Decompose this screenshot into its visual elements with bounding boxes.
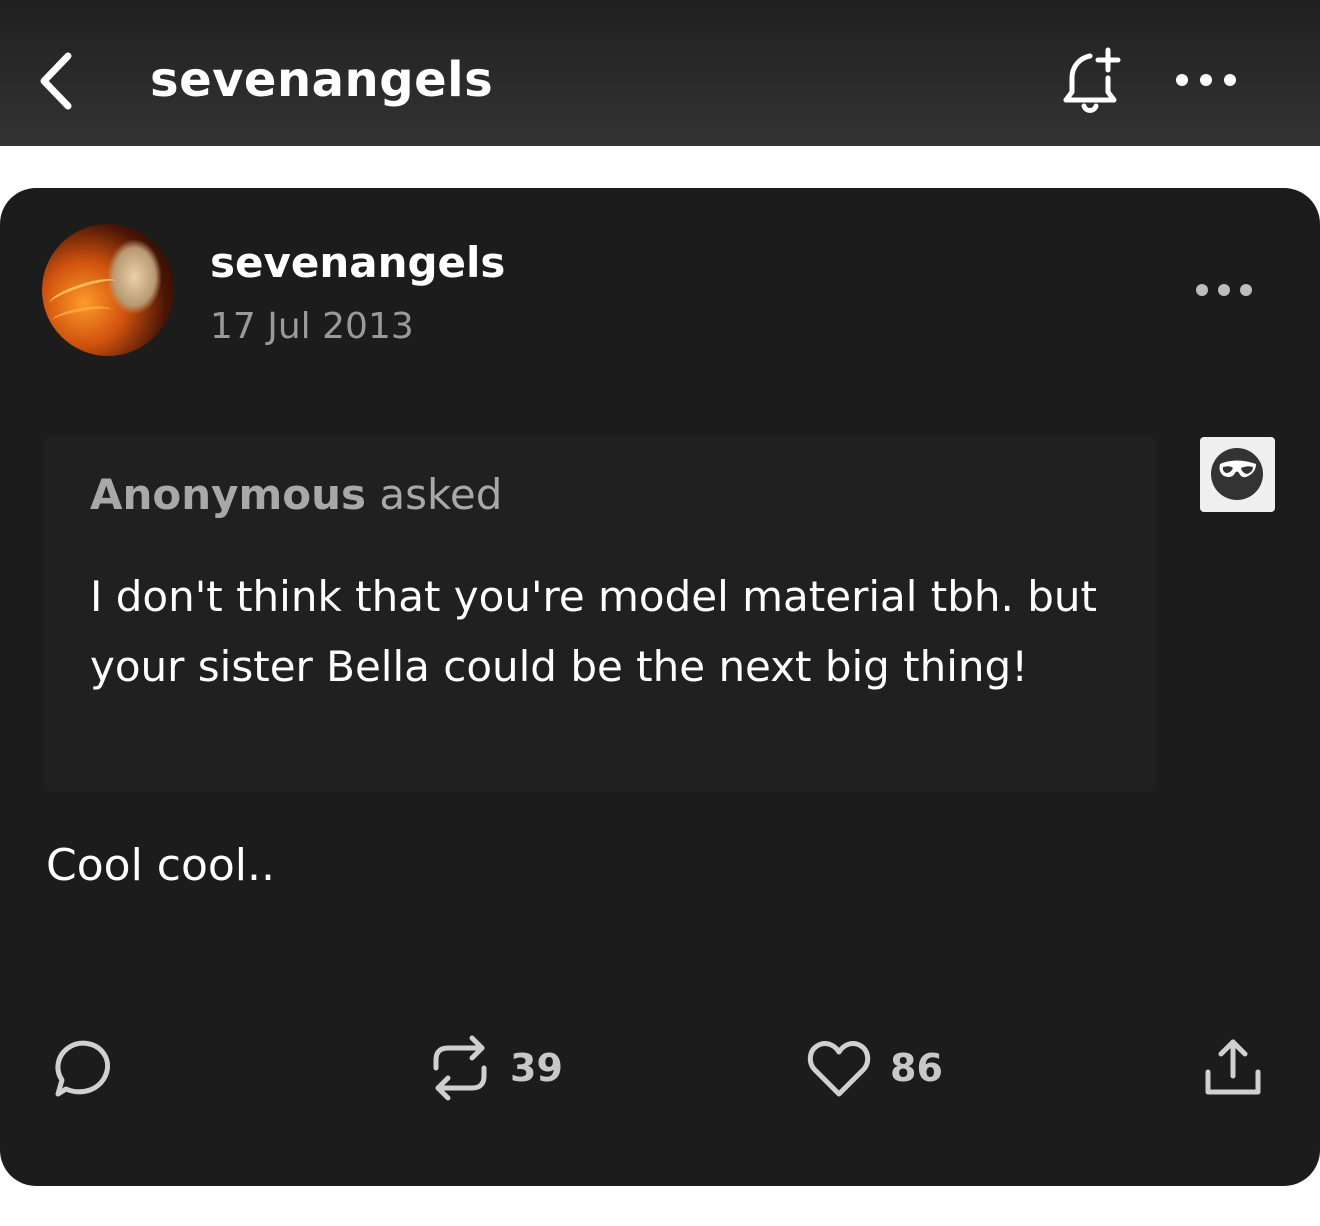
share-button[interactable] bbox=[1198, 1034, 1268, 1100]
post-answer: Cool cool.. bbox=[46, 840, 276, 891]
comment-icon bbox=[55, 1040, 110, 1097]
heart-icon bbox=[807, 1041, 871, 1097]
header-more-button[interactable] bbox=[1172, 62, 1240, 98]
top-navigation-bar: sevenangels bbox=[0, 0, 1320, 146]
reblog-icon bbox=[433, 1035, 487, 1101]
ask-verb: asked bbox=[379, 470, 503, 519]
bell-plus-icon bbox=[1063, 47, 1121, 113]
reblog-count: 39 bbox=[510, 1046, 563, 1090]
follow-notifications-button[interactable] bbox=[1056, 44, 1130, 118]
like-count: 86 bbox=[890, 1046, 943, 1090]
anonymous-avatar bbox=[1200, 437, 1275, 512]
page-title: sevenangels bbox=[150, 52, 494, 108]
more-horizontal-icon bbox=[1196, 284, 1252, 296]
ask-header: Anonymous asked bbox=[90, 470, 502, 519]
anonymous-sunglasses-icon bbox=[1211, 448, 1263, 500]
reply-button[interactable] bbox=[46, 1034, 114, 1102]
chevron-left-icon bbox=[40, 52, 72, 110]
post-date: 17 Jul 2013 bbox=[210, 306, 414, 347]
like-button[interactable]: 86 bbox=[806, 1036, 943, 1100]
post-author[interactable]: sevenangels bbox=[210, 238, 505, 287]
reblog-button[interactable]: 39 bbox=[428, 1032, 563, 1104]
back-button[interactable] bbox=[30, 46, 86, 116]
more-horizontal-icon bbox=[1176, 74, 1236, 86]
avatar[interactable] bbox=[42, 224, 174, 356]
asker-name: Anonymous bbox=[90, 470, 367, 519]
post-more-button[interactable] bbox=[1192, 278, 1256, 302]
share-icon bbox=[1205, 1039, 1261, 1095]
ask-question: I don't think that you're model material… bbox=[90, 572, 1097, 691]
